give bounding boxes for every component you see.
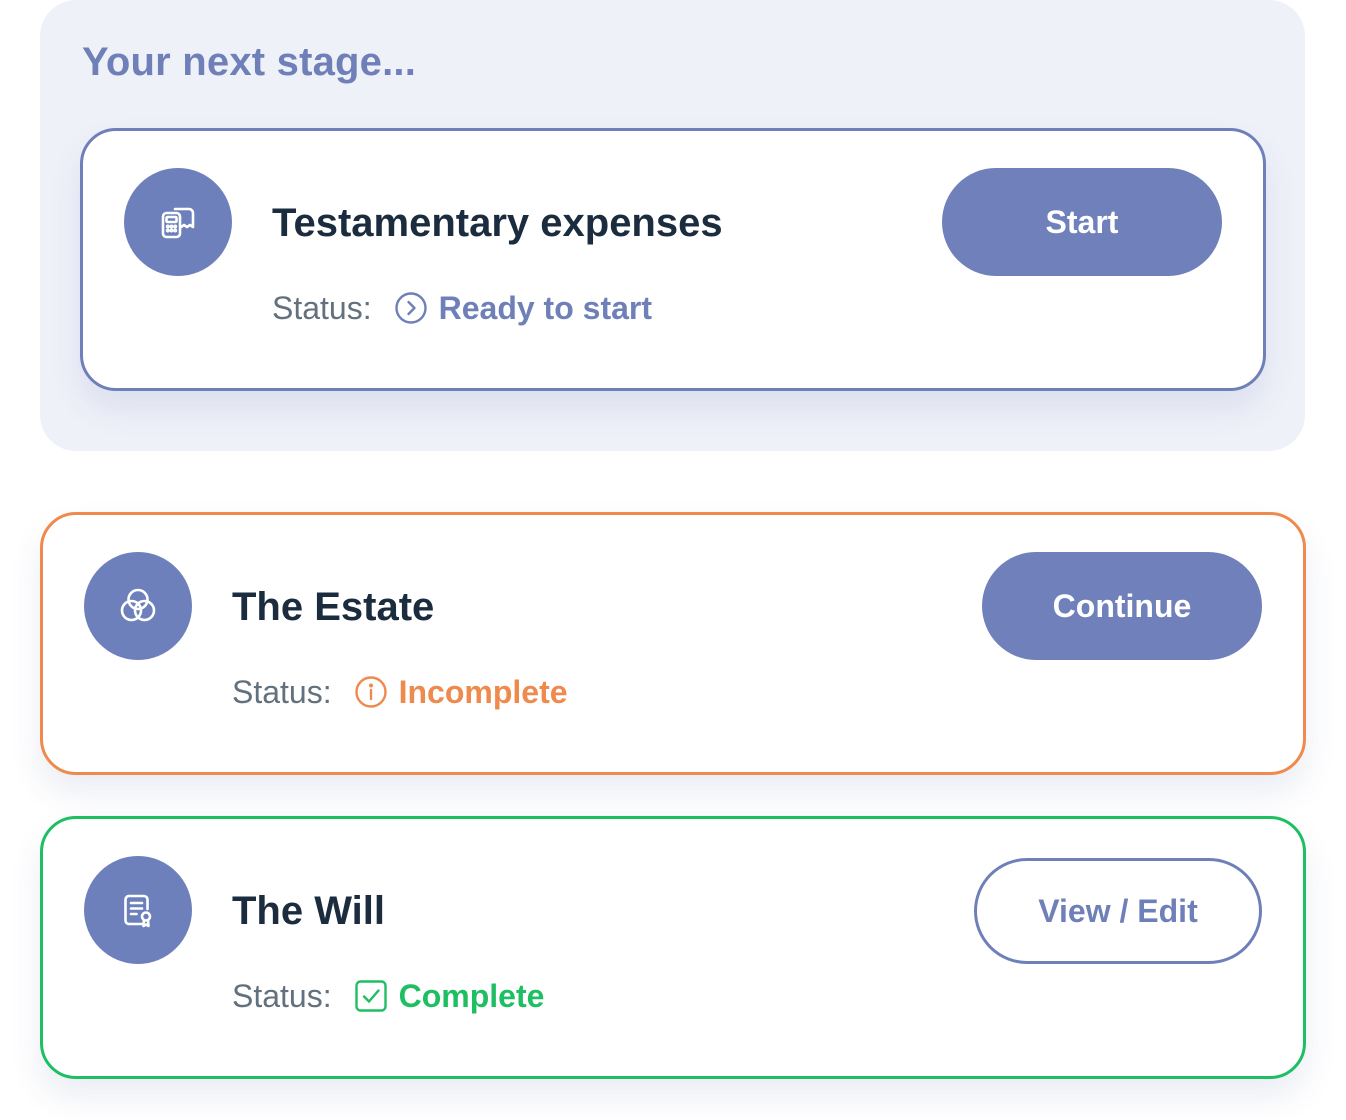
status-label: Status: (232, 977, 332, 1014)
chevron-right-circle-icon (394, 291, 428, 325)
checkbox-checked-icon (354, 979, 388, 1013)
status-row: Status: Complete (232, 974, 544, 1018)
stage-title: Testamentary expenses (272, 201, 723, 245)
certificate-document-icon (84, 856, 192, 964)
stage-title: The Estate (232, 585, 435, 629)
status-row: Status: Ready to start (272, 286, 652, 330)
venn-circles-icon (84, 552, 192, 660)
status-text: Ready to start (438, 289, 652, 326)
stage-card-the-will: The Will Status: Complete View / Edit (40, 816, 1306, 1079)
status-text: Incomplete (398, 673, 568, 710)
info-circle-icon (354, 675, 388, 709)
stage-card-the-estate: The Estate Status: Incomplete Continue (40, 512, 1306, 775)
view-edit-button[interactable]: View / Edit (974, 858, 1262, 964)
status-row: Status: Incomplete (232, 670, 568, 714)
status-label: Status: (232, 673, 332, 710)
stage-title: The Will (232, 889, 385, 933)
next-stage-heading: Your next stage... (82, 40, 417, 84)
status-label: Status: (272, 289, 372, 326)
status-text: Complete (398, 977, 545, 1014)
stage-card-testamentary-expenses: Testamentary expenses Status: Ready to s… (80, 128, 1266, 391)
start-button[interactable]: Start (942, 168, 1222, 276)
calculator-receipt-icon (124, 168, 232, 276)
continue-button[interactable]: Continue (982, 552, 1262, 660)
